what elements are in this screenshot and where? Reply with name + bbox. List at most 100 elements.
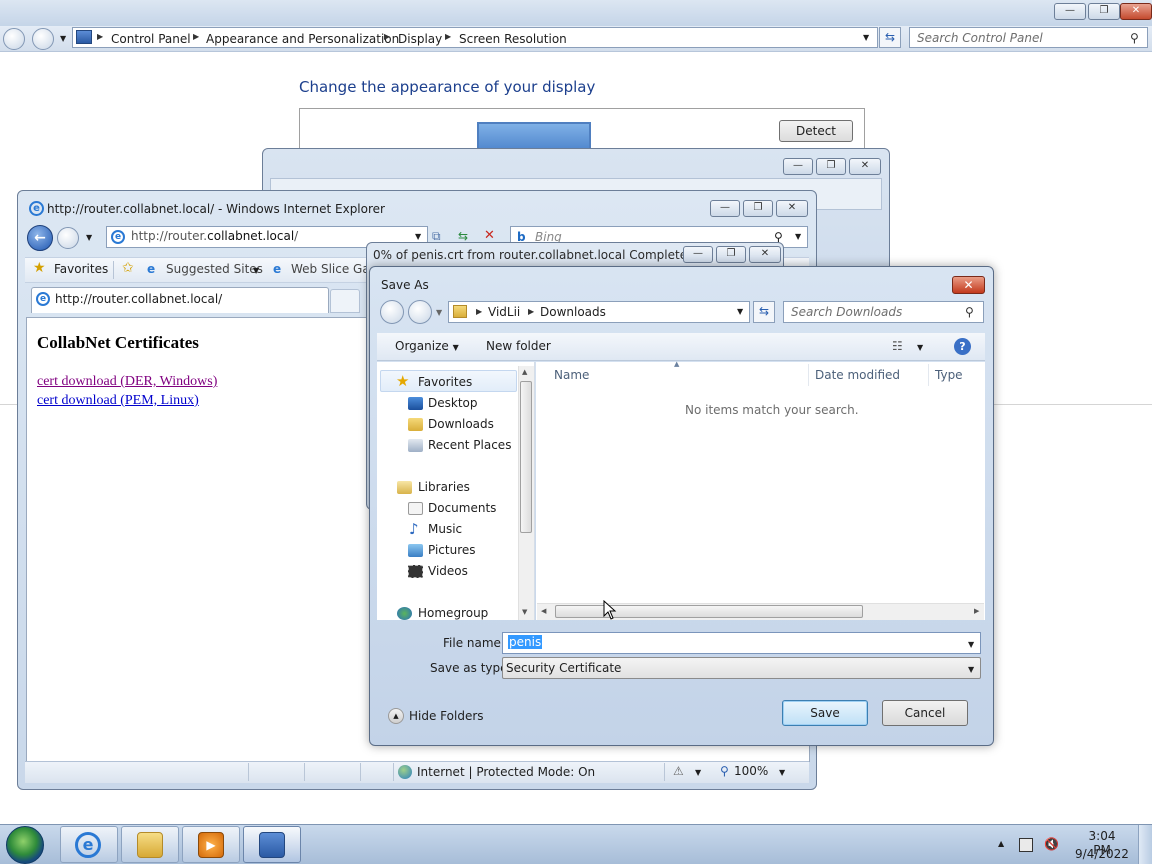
save-type-dropdown-icon[interactable]: ▼ [968, 665, 974, 674]
tab-title[interactable]: http://router.collabnet.local/ [55, 292, 222, 306]
scroll-left-icon[interactable]: ◀ [541, 607, 546, 615]
recent-pages-icon[interactable]: ▼ [60, 34, 66, 43]
clock-date[interactable]: 9/4/2022 [1072, 847, 1132, 861]
popup-blocker-icon[interactable]: ⚠ [673, 764, 684, 778]
nav-downloads[interactable]: Downloads [428, 417, 494, 431]
new-tab-button[interactable] [330, 289, 360, 313]
show-desktop-button[interactable] [1138, 825, 1152, 864]
help-icon[interactable]: ? [954, 338, 971, 355]
column-header-name[interactable]: Name [554, 368, 589, 382]
network-icon[interactable] [1019, 838, 1033, 852]
maximize-button[interactable]: ❐ [816, 158, 846, 175]
nav-libraries[interactable]: Libraries [418, 480, 470, 494]
cancel-button[interactable]: Cancel [882, 700, 968, 726]
view-dropdown-icon[interactable]: ▼ [917, 343, 923, 352]
refresh-icon[interactable]: ⇆ [879, 27, 901, 48]
address-bar[interactable]: ▶ Control Panel ▶ Appearance and Persona… [72, 27, 878, 48]
breadcrumb-downloads[interactable]: Downloads [540, 305, 606, 319]
search-input[interactable]: Search Control Panel ⚲ [909, 27, 1148, 48]
detect-button[interactable]: Detect [779, 120, 853, 142]
breadcrumb-control-panel[interactable]: Control Panel [111, 32, 191, 46]
security-zone-text[interactable]: Internet | Protected Mode: On [417, 765, 595, 779]
favorites-button[interactable]: Favorites [54, 262, 108, 276]
nav-scrollbar-thumb[interactable] [520, 381, 532, 533]
start-button[interactable] [6, 826, 44, 864]
horizontal-scrollbar-thumb[interactable] [555, 605, 863, 618]
hide-folders-icon[interactable]: ▲ [388, 708, 404, 724]
zoom-level[interactable]: 100% [734, 764, 768, 778]
back-button[interactable]: ← [27, 225, 53, 251]
link-cert-pem[interactable]: cert download (PEM, Linux) [37, 393, 199, 409]
nav-favorites[interactable]: Favorites [418, 375, 472, 389]
nav-music[interactable]: Music [428, 522, 462, 536]
crumb-separator-icon[interactable]: ▶ [528, 307, 534, 316]
nav-pictures[interactable]: Pictures [428, 543, 476, 557]
breadcrumb-screen-resolution[interactable]: Screen Resolution [459, 32, 567, 46]
suggested-sites-dropdown-icon[interactable]: ▼ [253, 266, 259, 275]
refresh-icon[interactable]: ⇆ [458, 229, 468, 243]
recent-locations-icon[interactable]: ▼ [436, 308, 442, 317]
zoom-icon[interactable]: ⚲ [720, 764, 729, 778]
column-header-type[interactable]: Type [935, 368, 963, 382]
save-button[interactable]: Save [782, 700, 868, 726]
close-button[interactable]: ✕ [952, 276, 985, 294]
crumb-separator-icon[interactable]: ▶ [445, 32, 451, 41]
forward-button[interactable] [57, 227, 79, 249]
file-name-input[interactable] [502, 632, 981, 654]
minimize-button[interactable]: — [1054, 3, 1086, 20]
address-dropdown-icon[interactable]: ▼ [415, 232, 421, 241]
stop-icon[interactable]: ✕ [484, 228, 495, 243]
maximize-button[interactable]: ❐ [743, 200, 773, 217]
close-button[interactable]: ✕ [1120, 3, 1152, 20]
scroll-right-icon[interactable]: ▶ [974, 607, 979, 615]
nav-recent-places[interactable]: Recent Places [428, 438, 511, 452]
column-header-date-modified[interactable]: Date modified [815, 368, 900, 382]
save-type-value[interactable]: Security Certificate [506, 661, 621, 675]
minimize-button[interactable]: — [710, 200, 740, 217]
web-slice-gallery-link[interactable]: Web Slice Gall [291, 262, 376, 276]
nav-homegroup[interactable]: Homegroup [418, 606, 488, 620]
address-dropdown-icon[interactable]: ▼ [737, 307, 743, 316]
scroll-down-icon[interactable]: ▼ [522, 608, 527, 616]
popup-dropdown-icon[interactable]: ▼ [695, 768, 701, 777]
minimize-button[interactable]: — [683, 246, 713, 263]
search-dropdown-icon[interactable]: ▼ [795, 232, 801, 241]
suggested-sites-link[interactable]: Suggested Sites [166, 262, 263, 276]
view-icon[interactable]: ☷ [892, 339, 903, 353]
search-icon[interactable]: ⚲ [1130, 31, 1139, 45]
maximize-button[interactable]: ❐ [716, 246, 746, 263]
crumb-separator-icon[interactable]: ▶ [193, 32, 199, 41]
search-icon[interactable]: ⚲ [965, 305, 974, 319]
forward-button[interactable] [32, 28, 54, 50]
breadcrumb-appearance[interactable]: Appearance and Personalization [206, 32, 399, 46]
nav-videos[interactable]: Videos [428, 564, 468, 578]
history-dropdown-icon[interactable]: ▼ [86, 233, 92, 242]
nav-documents[interactable]: Documents [428, 501, 496, 515]
file-name-value[interactable]: penis [508, 635, 543, 649]
breadcrumb-vidlii[interactable]: VidLii [488, 305, 520, 319]
hide-folders-button[interactable]: Hide Folders [409, 709, 484, 723]
add-favorite-icon[interactable]: ✩ [122, 260, 134, 276]
organize-button[interactable]: Organize ▼ [395, 339, 459, 353]
new-folder-button[interactable]: New folder [486, 339, 551, 353]
zoom-dropdown-icon[interactable]: ▼ [779, 768, 785, 777]
search-input[interactable]: Search Downloads ⚲ [783, 301, 984, 323]
volume-muted-icon[interactable]: 🔇 [1044, 838, 1059, 852]
link-cert-der[interactable]: cert download (DER, Windows) [37, 374, 217, 390]
close-button[interactable]: ✕ [849, 158, 881, 175]
breadcrumb-display[interactable]: Display [398, 32, 442, 46]
show-hidden-icons-icon[interactable]: ▲ [998, 839, 1004, 848]
forward-button[interactable] [408, 300, 432, 324]
refresh-icon[interactable]: ⇆ [753, 301, 775, 323]
close-button[interactable]: ✕ [749, 246, 781, 263]
close-button[interactable]: ✕ [776, 200, 808, 217]
file-name-dropdown-icon[interactable]: ▼ [968, 640, 974, 649]
back-button[interactable] [3, 28, 25, 50]
maximize-button[interactable]: ❐ [1088, 3, 1120, 20]
scroll-up-icon[interactable]: ▲ [522, 368, 527, 376]
crumb-separator-icon[interactable]: ▶ [384, 32, 390, 41]
crumb-separator-icon[interactable]: ▶ [476, 307, 482, 316]
nav-desktop[interactable]: Desktop [428, 396, 478, 410]
back-button[interactable] [380, 300, 404, 324]
minimize-button[interactable]: — [783, 158, 813, 175]
